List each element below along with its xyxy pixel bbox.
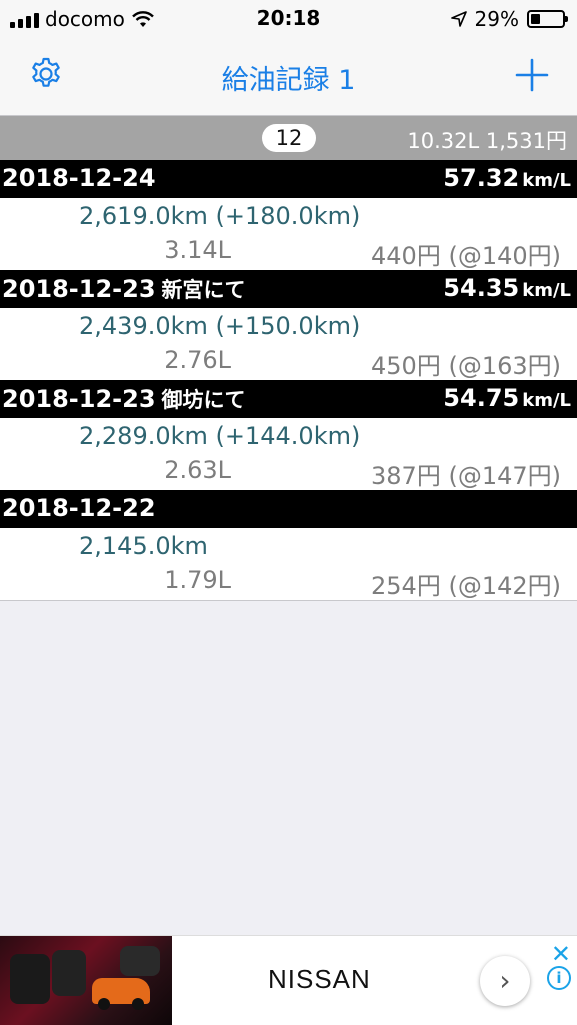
fuel-liters: 2.63L [164,456,231,484]
fuel-price: 387円 (@147円) [371,462,561,490]
record-date: 2018-12-22 [2,494,156,522]
record-date: 2018-12-24 [2,164,156,192]
fuel-price: 440円 (@140円) [371,242,561,270]
ad-close-icon[interactable]: ✕ [551,940,571,968]
battery-icon [527,10,568,28]
add-record-button[interactable] [515,58,549,92]
record-date: 2018-12-23 [2,275,156,303]
fuel-efficiency: 54.75 km/L [443,384,571,412]
record-date-line: 2018-12-24 [2,164,162,192]
list-item[interactable]: 2018-12-23 御坊にて 54.75 km/L 2,289.0km (+144… [0,380,577,490]
page-title: 給油記録 1 [221,65,356,96]
efficiency-unit: km/L [522,170,571,191]
record-count-badge: 12 [262,124,316,152]
record-body: 2,439.0km (+150.0km) 2.76L 450円 (@163円) [0,308,577,380]
navigation-bar: 給油記録 1 [0,40,577,116]
record-date-line: 2018-12-22 [2,494,162,522]
odometer-reading: 2,289.0km (+144.0km) [79,422,361,450]
efficiency-value: 54.35 [443,274,520,302]
summary-bar: 12 10.32L 1,531円 [0,116,577,160]
fuel-efficiency: 54.35 km/L [443,274,571,302]
record-date: 2018-12-23 [2,385,156,413]
record-header: 2018-12-23 新宮にて 54.35 km/L [0,270,577,308]
record-body: 2,619.0km (+180.0km) 3.14L 440円 (@140円) [0,198,577,270]
fuel-price: 450円 (@163円) [371,352,561,380]
odometer-reading: 2,145.0km [79,532,208,560]
location-arrow-icon [450,11,467,27]
ad-image[interactable] [0,936,172,1025]
summary-totals: 10.32L 1,531円 [407,129,567,153]
fuel-price: 254円 (@142円) [371,572,561,600]
fuel-liters: 1.79L [164,566,231,594]
record-header: 2018-12-23 御坊にて 54.75 km/L [0,380,577,418]
record-date-line: 2018-12-23 御坊にて [2,384,246,414]
status-bar: docomo 20:18 29% [0,0,577,40]
odometer-reading: 2,439.0km (+150.0km) [79,312,361,340]
fuel-liters: 2.76L [164,346,231,374]
list-item[interactable]: 2018-12-22 2,145.0km 1.79L 254円 (@142円) [0,490,577,600]
record-place: 御坊にて [161,388,246,412]
list-item[interactable]: 2018-12-23 新宮にて 54.35 km/L 2,439.0km (+150… [0,270,577,380]
odometer-reading: 2,619.0km (+180.0km) [79,202,361,230]
record-header: 2018-12-24 57.32 km/L [0,160,577,198]
list-item[interactable]: 2018-12-24 57.32 km/L 2,619.0km (+180.0km… [0,160,577,270]
efficiency-unit: km/L [522,390,571,411]
record-date-line: 2018-12-23 新宮にて [2,274,246,304]
ad-brand-name: NISSAN [268,964,371,994]
fuel-record-list: 2018-12-24 57.32 km/L 2,619.0km (+180.0km… [0,160,577,601]
battery-percent: 29% [474,7,519,31]
efficiency-unit: km/L [522,280,571,301]
ad-info-icon[interactable]: i [547,966,571,990]
fuel-liters: 3.14L [164,236,231,264]
record-body: 2,289.0km (+144.0km) 2.63L 387円 (@147円) [0,418,577,490]
fuel-efficiency [568,494,571,522]
efficiency-value: 54.75 [443,384,520,412]
record-place: 新宮にて [161,278,246,302]
status-right: 29% [450,6,568,32]
record-body: 2,145.0km 1.79L 254円 (@142円) [0,528,577,600]
ad-open-button[interactable]: › [480,956,530,1006]
ad-banner[interactable]: NISSAN › ✕ i [0,935,577,1025]
fuel-efficiency: 57.32 km/L [443,164,571,192]
record-header: 2018-12-22 [0,490,577,528]
efficiency-value: 57.32 [443,164,520,192]
